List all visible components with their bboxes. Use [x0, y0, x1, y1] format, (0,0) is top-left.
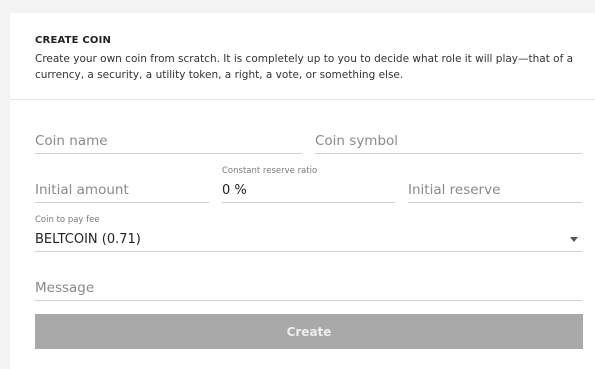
initial-reserve-placeholder: Initial reserve: [408, 182, 501, 198]
coin-symbol-input[interactable]: Coin symbol: [315, 131, 582, 154]
coin-name-placeholder: Coin name: [35, 133, 108, 149]
coin-symbol-placeholder: Coin symbol: [315, 133, 399, 149]
fee-coin-value: BELTCOIN (0.71): [35, 232, 141, 247]
reserve-ratio-value: 0 %: [222, 183, 247, 198]
create-coin-card: CREATE COIN Create your own coin from sc…: [10, 13, 595, 369]
coin-name-input[interactable]: Coin name: [35, 131, 302, 154]
card-header: CREATE COIN Create your own coin from sc…: [10, 13, 595, 100]
initial-amount-placeholder: Initial amount: [35, 182, 129, 198]
fee-coin-label: Coin to pay fee: [35, 215, 100, 225]
fee-coin-select[interactable]: Coin to pay fee BELTCOIN (0.71): [35, 215, 582, 252]
message-placeholder: Message: [35, 280, 95, 296]
initial-reserve-input[interactable]: Initial reserve: [408, 179, 582, 203]
chevron-down-icon[interactable]: [570, 237, 578, 242]
reserve-ratio-input[interactable]: Constant reserve ratio 0 %: [222, 166, 395, 203]
initial-amount-input[interactable]: Initial amount: [35, 179, 209, 203]
message-input[interactable]: Message: [35, 277, 582, 301]
card-title: CREATE COIN: [35, 35, 112, 46]
create-button[interactable]: Create: [35, 314, 583, 349]
card-description: Create your own coin from scratch. It is…: [35, 53, 574, 81]
reserve-ratio-label: Constant reserve ratio: [222, 166, 318, 176]
